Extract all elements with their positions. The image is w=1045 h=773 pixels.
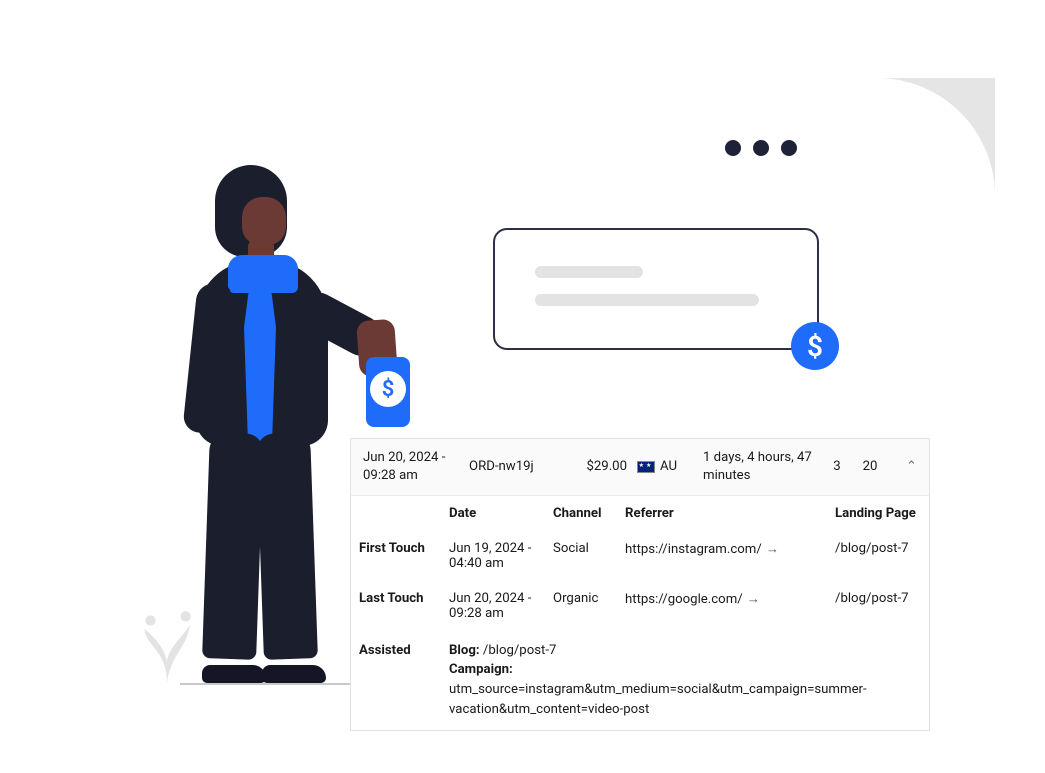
flag-au-icon (637, 461, 655, 473)
shoe-right (262, 665, 326, 683)
arrow-right-icon: → (743, 592, 760, 607)
row-label: First Touch (351, 531, 441, 581)
row-label: Assisted (351, 631, 441, 730)
assisted-blog-value: /blog/post-7 (483, 643, 557, 658)
cell-landing: /blog/post-7 (827, 581, 929, 631)
phone-illustration: $ (366, 357, 410, 427)
cell-referrer: https://instagram.com/→ (617, 531, 827, 581)
table-header-row: Date Channel Referrer Landing Page (351, 496, 929, 531)
plant-decor (136, 589, 198, 683)
window-corner-decor (877, 78, 995, 196)
first-touch-row: First Touch Jun 19, 2024 - 04:40 am Soci… (351, 531, 929, 581)
assisted-blog-label: Blog: (449, 643, 480, 658)
assisted-campaign-value: utm_source=instagram&utm_medium=social&u… (449, 682, 867, 717)
placeholder-line (535, 266, 643, 278)
last-touch-row: Last Touch Jun 20, 2024 - 09:28 am Organ… (351, 581, 929, 631)
header-channel: Channel (545, 496, 617, 531)
header-date: Date (441, 496, 545, 531)
content-card: $ (493, 228, 819, 350)
cell-channel: Organic (545, 581, 617, 631)
shoe-left (202, 665, 266, 683)
order-summary-row[interactable]: Jun 20, 2024 - 09:28 am ORD-nw19j $29.00… (351, 439, 929, 496)
arrow-right-icon: → (762, 542, 779, 557)
phone-dollar-icon: $ (370, 371, 406, 407)
cell-channel: Social (545, 531, 617, 581)
referrer-link[interactable]: https://google.com/ (625, 592, 743, 607)
summary-date: Jun 20, 2024 - 09:28 am (363, 449, 459, 485)
window-dot (725, 140, 741, 156)
referrer-link[interactable]: https://instagram.com/ (625, 542, 762, 557)
row-label: Last Touch (351, 581, 441, 631)
summary-count-a: 3 (827, 459, 847, 474)
browser-window-mock: $ (443, 78, 995, 438)
face (242, 197, 286, 245)
order-attribution-panel: Jun 20, 2024 - 09:28 am ORD-nw19j $29.00… (350, 438, 930, 731)
dollar-sign: $ (382, 377, 395, 402)
cell-date: Jun 19, 2024 - 04:40 am (441, 531, 545, 581)
window-dot (781, 140, 797, 156)
window-dot (753, 140, 769, 156)
cell-landing: /blog/post-7 (827, 531, 929, 581)
placeholder-line (535, 294, 759, 306)
cell-referrer: https://google.com/→ (617, 581, 827, 631)
header-referrer: Referrer (617, 496, 827, 531)
assisted-details: Blog: /blog/post-7 Campaign: utm_source=… (441, 631, 929, 730)
summary-country: AU (637, 459, 693, 474)
leg-left (202, 432, 264, 660)
summary-count-b: 20 (857, 459, 883, 474)
summary-order-id: ORD-nw19j (469, 459, 561, 474)
assisted-row: Assisted Blog: /blog/post-7 Campaign: ut… (351, 631, 929, 730)
summary-amount: $29.00 (571, 459, 627, 474)
attribution-table: Date Channel Referrer Landing Page First… (351, 496, 929, 730)
cell-date: Jun 20, 2024 - 09:28 am (441, 581, 545, 631)
assisted-campaign-label: Campaign: (449, 662, 513, 677)
country-code: AU (660, 459, 677, 474)
leg-right (256, 432, 318, 660)
dollar-badge-icon: $ (791, 322, 839, 370)
collapse-toggle[interactable]: ⌃ (893, 459, 917, 474)
window-controls (725, 140, 797, 156)
chevron-up-icon: ⌃ (906, 459, 917, 474)
dollar-sign: $ (807, 330, 823, 363)
summary-duration: 1 days, 4 hours, 47 minutes (703, 449, 817, 485)
header-landing: Landing Page (827, 496, 929, 531)
